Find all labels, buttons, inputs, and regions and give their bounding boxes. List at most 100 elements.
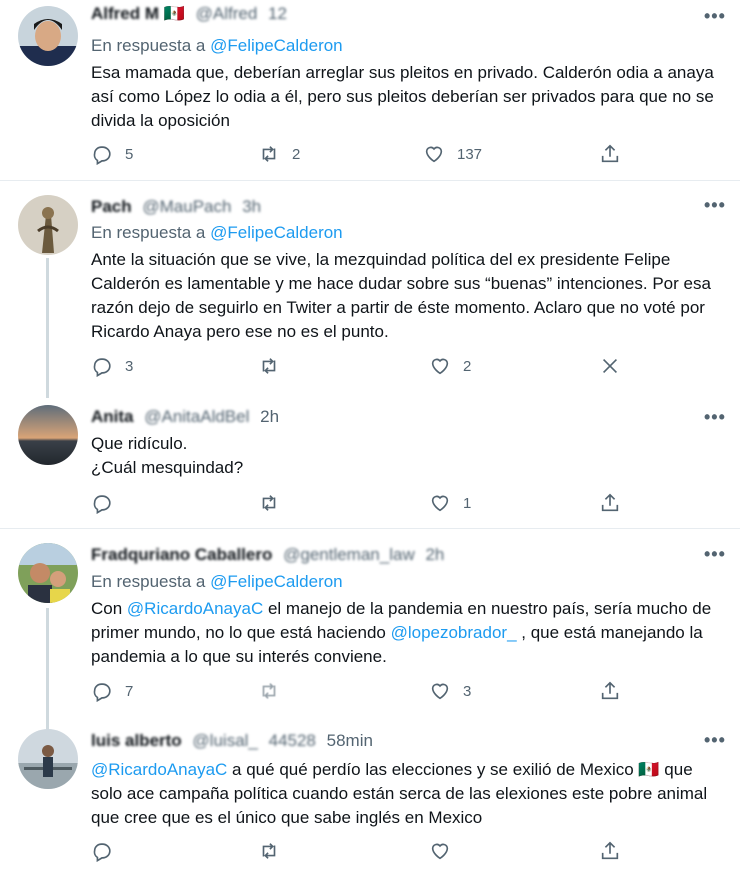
reply-button[interactable] [91, 840, 113, 862]
tweet-text: @RicardoAnayaC a qué qué perdío las elec… [91, 760, 708, 827]
tweet-text: Ante la situación que se vive, la mezqui… [91, 250, 711, 341]
retweet-icon [262, 146, 276, 162]
share-icon [601, 144, 619, 163]
avatar[interactable] [18, 6, 78, 66]
more-options-icon[interactable]: ••• [704, 730, 726, 751]
reply-button[interactable]: 7 [91, 680, 133, 702]
timestamp[interactable]: 2h [425, 545, 444, 564]
close-icon [602, 358, 618, 374]
heart-icon [431, 683, 449, 700]
author-handle[interactable]: @Alfred [196, 4, 258, 23]
author-name[interactable]: Anita [91, 407, 134, 426]
reply-icon [93, 358, 111, 377]
heart-icon [431, 843, 449, 860]
share-button[interactable] [599, 840, 621, 862]
like-count: 1 [463, 494, 472, 512]
timestamp[interactable]: 2h [260, 407, 279, 426]
tweet-actions: 3 2 [91, 355, 631, 383]
avatar[interactable] [18, 405, 78, 465]
retweet-button[interactable] [258, 680, 280, 702]
heart-icon [431, 495, 449, 512]
retweet-button[interactable] [258, 492, 280, 514]
retweet-icon [262, 358, 276, 374]
mention-link[interactable]: @RicardoAnayaC [127, 599, 263, 618]
mention-link[interactable]: @RicardoAnayaC [91, 760, 227, 779]
tweet-actions [91, 840, 631, 868]
share-icon [601, 681, 619, 700]
more-options-icon[interactable]: ••• [704, 6, 726, 27]
mention-link[interactable]: @lopezobrador_ [391, 623, 517, 642]
like-count: 137 [457, 145, 483, 163]
author-name[interactable]: luis alberto [91, 731, 182, 750]
tweet-actions: 1 [91, 492, 631, 520]
retweet-count: 2 [292, 145, 301, 163]
tweet-5[interactable]: luis alberto @luisal_ 44528 58min ••• @R… [0, 715, 740, 869]
author-handle[interactable]: @gentleman_law [283, 545, 415, 564]
share-button[interactable] [599, 492, 621, 514]
heart-icon [431, 358, 449, 375]
author-handle[interactable]: @AnitaAldBel [144, 407, 249, 426]
timestamp[interactable]: 12 [268, 4, 287, 23]
reply-button[interactable]: 3 [91, 355, 133, 377]
reply-count: 3 [125, 357, 134, 375]
reply-count: 7 [125, 682, 134, 700]
avatar[interactable] [18, 195, 78, 255]
tweet-header: Fradquriano Caballero @gentleman_law 2h [91, 545, 444, 565]
more-options-icon[interactable]: ••• [704, 195, 726, 216]
like-button[interactable]: 1 [429, 492, 471, 514]
avatar[interactable] [18, 543, 78, 603]
timestamp[interactable]: 3h [242, 197, 261, 216]
more-options-icon[interactable]: ••• [704, 544, 726, 565]
tweet-actions: 5 2 137 [91, 143, 631, 171]
like-count: 2 [463, 357, 472, 375]
author-handle[interactable]: @MauPach [142, 197, 231, 216]
retweet-button[interactable]: 2 [258, 143, 300, 165]
like-button[interactable] [429, 840, 451, 862]
author-handle-tail: 44528 [268, 731, 316, 750]
tweet-header: Pach @MauPach 3h [91, 197, 261, 217]
like-button[interactable]: 3 [429, 680, 471, 702]
timestamp[interactable]: 58min [327, 731, 373, 750]
tweet-4[interactable]: Fradquriano Caballero @gentleman_law 2h … [0, 529, 740, 709]
tweet-actions: 7 3 [91, 680, 631, 708]
retweet-icon [262, 683, 276, 699]
share-button[interactable] [599, 680, 621, 702]
heart-icon [425, 146, 443, 163]
author-name[interactable]: Fradquriano Caballero [91, 545, 272, 564]
reply-context: En respuesta a @FelipeCalderon [91, 223, 343, 242]
share-button[interactable] [599, 143, 621, 165]
reply-icon [93, 146, 111, 165]
author-name[interactable]: Alfred M [91, 4, 159, 23]
tweet-header: Anita @AnitaAldBel 2h [91, 407, 279, 427]
tweet-1[interactable]: Alfred M 🇲🇽 @Alfred 12 ••• En respuesta … [0, 0, 740, 180]
author-handle[interactable]: @luisal_ [192, 731, 257, 750]
tweet-header: Alfred M 🇲🇽 @Alfred 12 [91, 4, 287, 24]
flag-emoji: 🇲🇽 [163, 4, 185, 23]
author-name[interactable]: Pach [91, 197, 132, 216]
reply-context: En respuesta a @FelipeCalderon [91, 36, 343, 55]
reply-button[interactable] [91, 492, 113, 514]
more-options-icon[interactable]: ••• [704, 407, 726, 428]
share-icon [601, 841, 619, 860]
retweet-icon [262, 843, 276, 859]
reply-count: 5 [125, 145, 134, 163]
retweet-button[interactable] [258, 840, 280, 862]
reply-icon [93, 683, 111, 702]
reply-handle-link[interactable]: @FelipeCalderon [210, 223, 343, 242]
reply-icon [93, 495, 111, 514]
reply-handle-link[interactable]: @FelipeCalderon [210, 36, 343, 55]
reply-context: En respuesta a @FelipeCalderon [91, 572, 343, 591]
retweet-button[interactable] [258, 355, 280, 377]
reply-icon [93, 843, 111, 862]
tweet-header: luis alberto @luisal_ 44528 58min [91, 731, 373, 751]
like-button[interactable]: 2 [429, 355, 471, 377]
avatar[interactable] [18, 729, 78, 789]
tweet-2[interactable]: Pach @MauPach 3h ••• En respuesta a @Fel… [0, 181, 740, 388]
reply-handle-link[interactable]: @FelipeCalderon [210, 572, 343, 591]
share-icon [601, 493, 619, 512]
reply-button[interactable]: 5 [91, 143, 133, 165]
tweet-3[interactable]: Anita @AnitaAldBel 2h ••• Que ridículo. … [0, 395, 740, 528]
tweet-text: Que ridículo. ¿Cuál mesquindad? [91, 434, 244, 477]
not-interested-button[interactable] [599, 355, 621, 377]
like-button[interactable]: 137 [423, 143, 482, 165]
